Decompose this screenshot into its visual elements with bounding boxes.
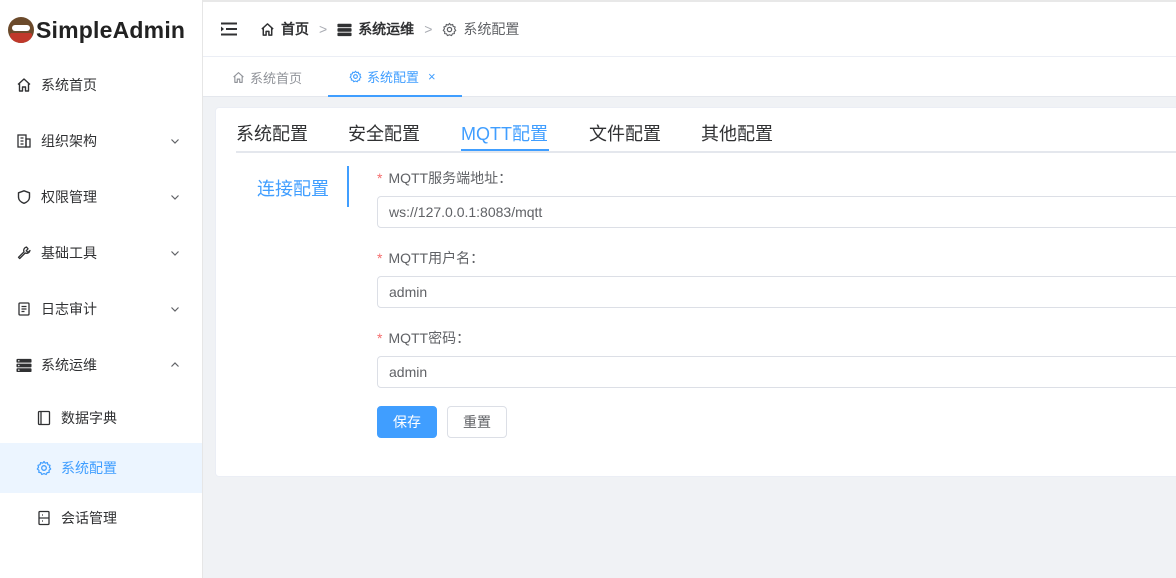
- tag-config[interactable]: 系统配置 ×: [328, 57, 462, 97]
- sidebar-subitem-label: 会话管理: [61, 510, 117, 526]
- breadcrumb-config: 系统配置: [442, 19, 519, 39]
- tag-home[interactable]: 系统首页: [232, 57, 302, 97]
- breadcrumb-label: 系统运维: [358, 21, 415, 37]
- required-mark: *: [377, 330, 383, 346]
- tab-security-config[interactable]: 安全配置: [348, 120, 420, 153]
- sidebar-subitem-session[interactable]: 会话管理: [0, 493, 202, 543]
- breadcrumb-label: 系统配置: [463, 21, 520, 37]
- home-icon: [232, 71, 245, 84]
- chevron-down-icon: [171, 195, 179, 200]
- sidebar-subitem-config[interactable]: 系统配置: [0, 443, 202, 493]
- tags-view-bar: 系统首页 系统配置 ×: [203, 57, 1176, 97]
- sidebar-item-label: 系统首页: [41, 77, 97, 93]
- app-title: SimpleAdmin: [36, 16, 186, 43]
- breadcrumb-separator: >: [424, 21, 433, 37]
- active-tab-indicator: [461, 149, 549, 151]
- save-button[interactable]: 保存: [377, 406, 437, 438]
- sidebar-item-org[interactable]: 组织架构: [0, 116, 202, 166]
- sidebar-item-label: 系统运维: [41, 357, 97, 373]
- breadcrumb-home[interactable]: 首页: [260, 19, 309, 39]
- mqtt-username-input[interactable]: [377, 276, 1176, 308]
- sidebar: SimpleAdmin 系统首页 组织架构 权限管理 基础工具 日志审计 系统运…: [0, 0, 203, 578]
- close-icon[interactable]: ×: [428, 69, 436, 84]
- sidebar-item-label: 组织架构: [41, 133, 97, 149]
- building-icon: [16, 133, 32, 149]
- sidebar-item-label: 日志审计: [41, 301, 97, 317]
- sidebar-item-log[interactable]: 日志审计: [0, 284, 202, 334]
- app-logo[interactable]: SimpleAdmin: [0, 0, 202, 60]
- book-icon: [36, 410, 52, 426]
- chevron-down-icon: [171, 307, 179, 312]
- mqtt-password-input[interactable]: [377, 356, 1176, 388]
- home-icon: [260, 22, 275, 37]
- home-icon: [16, 77, 32, 93]
- server-icon: [337, 22, 352, 37]
- chevron-up-icon: [171, 362, 179, 367]
- sidebar-item-permission[interactable]: 权限管理: [0, 172, 202, 222]
- document-icon: [16, 301, 32, 317]
- tag-label: 系统配置: [367, 69, 420, 85]
- tab-connection-config[interactable]: 连接配置: [257, 175, 329, 201]
- sidebar-subitem-label: 系统配置: [61, 460, 117, 476]
- shield-icon: [16, 189, 32, 205]
- menu-collapse-icon[interactable]: [220, 22, 238, 36]
- gear-icon: [442, 22, 457, 37]
- required-mark: *: [377, 170, 383, 186]
- chevron-down-icon: [171, 139, 179, 144]
- mqtt-server-url-input[interactable]: [377, 196, 1176, 228]
- breadcrumb-separator: >: [319, 21, 328, 37]
- sidebar-item-home[interactable]: 系统首页: [0, 60, 202, 110]
- required-mark: *: [377, 250, 383, 266]
- server-icon: [16, 357, 32, 373]
- tag-label: 系统首页: [250, 70, 303, 86]
- session-icon: [36, 510, 52, 526]
- sidebar-subitem-label: 数据字典: [61, 410, 117, 426]
- config-tabs: 系统配置 安全配置 MQTT配置 文件配置 其他配置: [236, 108, 1176, 153]
- tab-file-config[interactable]: 文件配置: [589, 120, 661, 153]
- field-label: * MQTT密码：: [377, 330, 471, 346]
- breadcrumb-ops[interactable]: 系统运维: [337, 19, 414, 39]
- sidebar-item-ops[interactable]: 系统运维: [0, 340, 202, 390]
- breadcrumb-label: 首页: [281, 21, 309, 37]
- reset-button[interactable]: 重置: [447, 406, 507, 438]
- gear-icon: [36, 460, 52, 476]
- tab-other-config[interactable]: 其他配置: [701, 120, 773, 153]
- wrench-icon: [16, 245, 32, 261]
- field-label: * MQTT用户名：: [377, 250, 485, 266]
- config-card: 系统配置 安全配置 MQTT配置 文件配置 其他配置 连接配置 * MQTT服务端…: [215, 107, 1176, 477]
- section-tabs: 连接配置: [236, 166, 349, 207]
- gear-icon: [349, 70, 362, 83]
- top-header: 首页 > 系统运维 > 系统配置: [203, 0, 1176, 57]
- tab-system-config[interactable]: 系统配置: [236, 120, 308, 153]
- sidebar-item-label: 基础工具: [41, 245, 97, 261]
- sidebar-item-tools[interactable]: 基础工具: [0, 228, 202, 278]
- chevron-down-icon: [171, 251, 179, 256]
- sidebar-subitem-dictionary[interactable]: 数据字典: [0, 393, 202, 443]
- sidebar-item-label: 权限管理: [41, 189, 97, 205]
- logo-icon: [8, 17, 34, 43]
- field-label: * MQTT服务端地址：: [377, 170, 513, 186]
